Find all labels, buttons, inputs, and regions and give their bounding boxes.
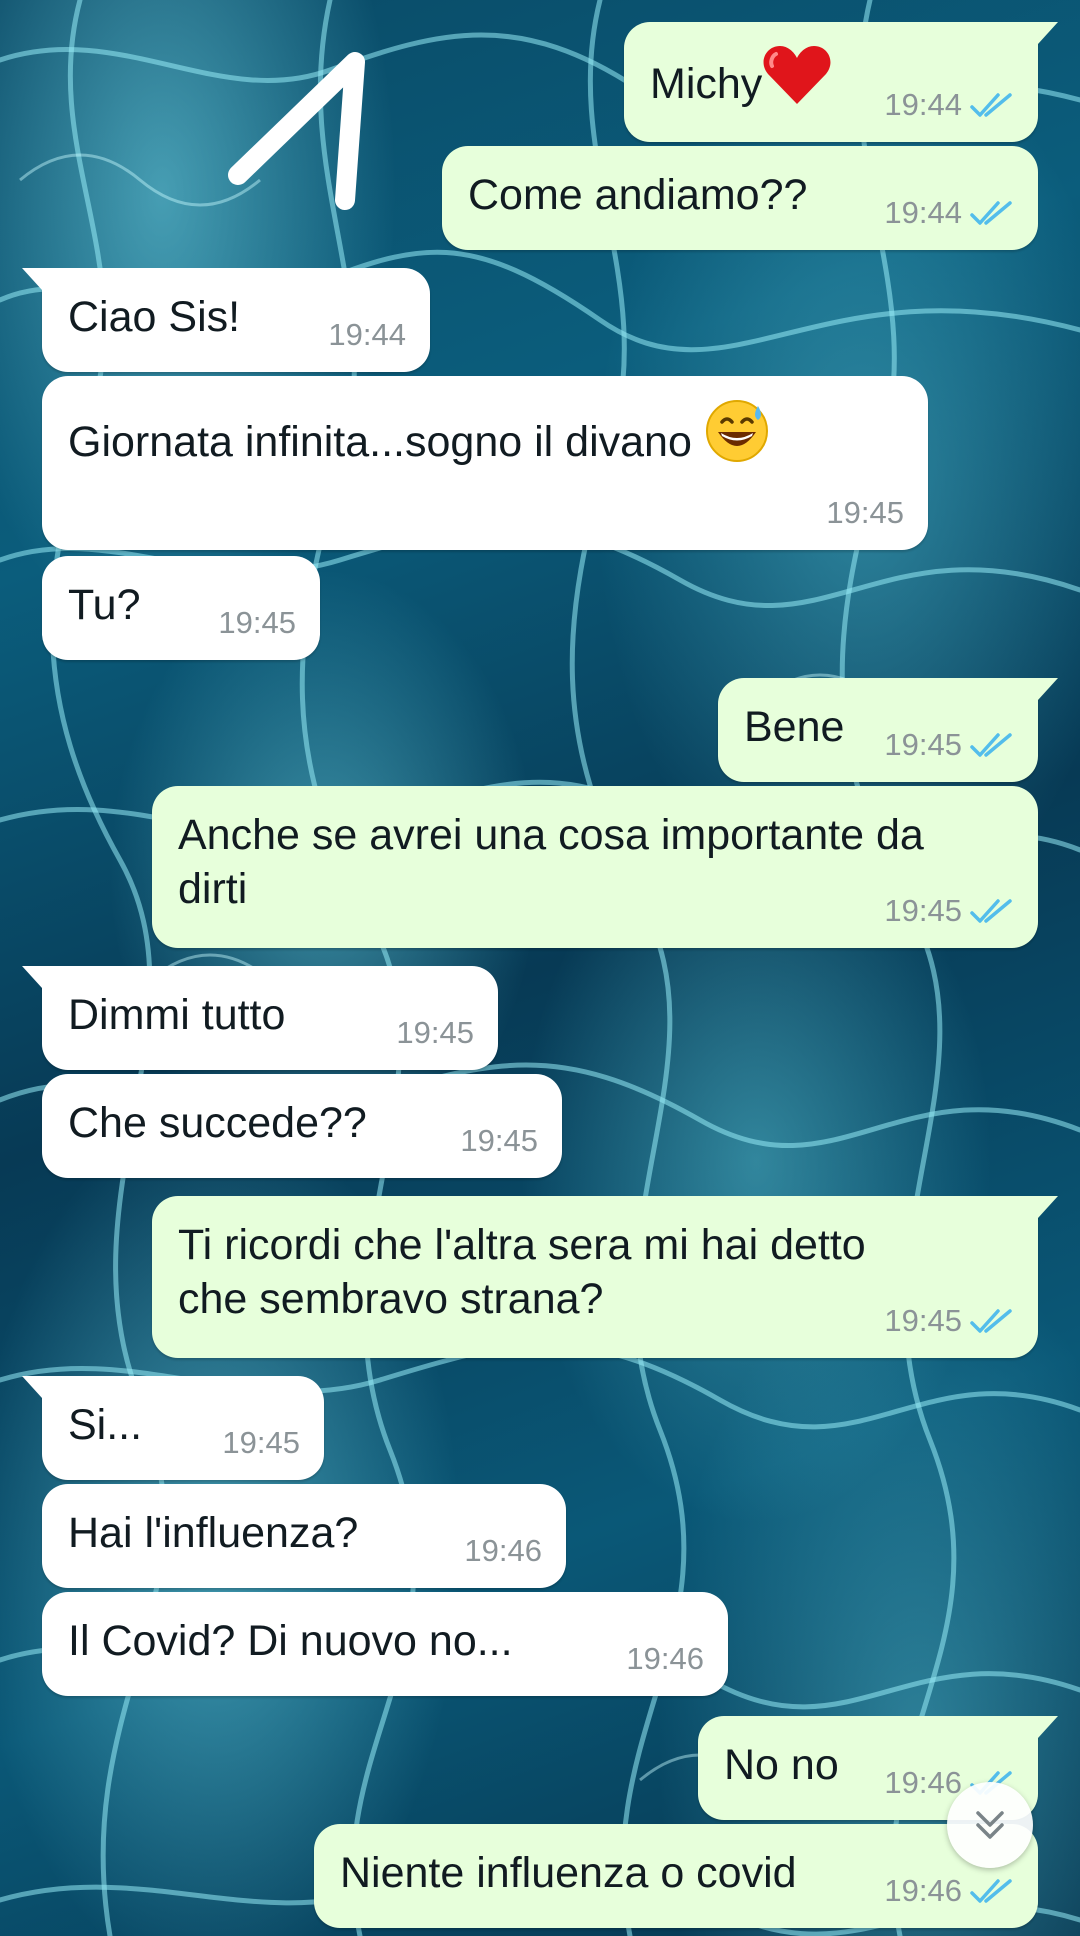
message-bubble[interactable]: Come andiamo?? 19:44 bbox=[442, 146, 1038, 250]
message-text: Tu? bbox=[68, 581, 141, 629]
message-bubble[interactable]: Ti ricordi che l'altra sera mi hai detto… bbox=[152, 1196, 1058, 1358]
message-time: 19:45 bbox=[396, 1015, 474, 1050]
message-time: 19:45 bbox=[884, 893, 962, 928]
double-check-icon bbox=[970, 201, 1012, 225]
message-bubble[interactable]: Hai l'influenza? 19:46 bbox=[42, 1484, 566, 1588]
message-meta: 19:46 bbox=[626, 1632, 704, 1686]
message-time: 19:45 bbox=[884, 1303, 962, 1338]
message-meta: 19:45 bbox=[884, 718, 1014, 772]
message-meta: 19:45 bbox=[884, 884, 1014, 938]
double-check-icon bbox=[970, 1879, 1012, 1903]
double-check-icon bbox=[970, 733, 1012, 757]
message-meta: 19:45 bbox=[396, 1006, 474, 1060]
message-time: 19:46 bbox=[464, 1533, 542, 1568]
message-time: 19:45 bbox=[222, 1425, 300, 1460]
message-text: Bene bbox=[744, 703, 845, 751]
scroll-to-bottom-button[interactable] bbox=[947, 1782, 1033, 1868]
message-text: Come andiamo?? bbox=[468, 171, 808, 219]
message-text: Niente influenza o covid bbox=[340, 1849, 797, 1897]
message-text: No no bbox=[724, 1741, 839, 1789]
message-text: Michy bbox=[650, 60, 763, 108]
message-text: Che succede?? bbox=[68, 1099, 367, 1147]
double-check-icon bbox=[970, 93, 1012, 117]
message-bubble[interactable]: Bene 19:45 bbox=[718, 678, 1058, 782]
message-text: Hai l'influenza? bbox=[68, 1509, 359, 1557]
double-check-icon bbox=[970, 899, 1012, 923]
message-meta: 19:45 bbox=[218, 596, 296, 650]
message-bubble[interactable]: Anche se avrei una cosa importante da di… bbox=[152, 786, 1038, 948]
message-meta: 19:44 bbox=[884, 186, 1014, 240]
message-time: 19:44 bbox=[328, 317, 406, 352]
message-time: 19:45 bbox=[826, 495, 904, 530]
message-text: Giornata infinita...sogno il divano bbox=[68, 418, 692, 466]
message-bubble[interactable]: Dimmi tutto 19:45 bbox=[22, 966, 498, 1070]
message-time: 19:44 bbox=[884, 195, 962, 230]
message-time: 19:44 bbox=[884, 87, 962, 122]
message-bubble[interactable]: Che succede?? 19:45 bbox=[42, 1074, 562, 1178]
message-meta: 19:44 bbox=[884, 78, 1014, 132]
message-time: 19:45 bbox=[884, 727, 962, 762]
message-text: Anche se avrei una cosa importante da di… bbox=[178, 811, 924, 913]
message-bubble[interactable]: Si... 19:45 bbox=[22, 1376, 324, 1480]
message-bubble[interactable]: Ciao Sis! 19:44 bbox=[22, 268, 430, 372]
message-meta: 19:45 bbox=[222, 1416, 300, 1470]
message-time: 19:46 bbox=[626, 1641, 704, 1676]
heart-emoji bbox=[762, 44, 832, 119]
chevron-double-down-icon bbox=[976, 1811, 1004, 1839]
message-time: 19:46 bbox=[884, 1873, 962, 1908]
grinning-sweat-emoji bbox=[704, 398, 770, 477]
message-meta: 19:45 bbox=[460, 1114, 538, 1168]
message-text: Si... bbox=[68, 1401, 143, 1449]
message-meta: 19:46 bbox=[464, 1524, 542, 1578]
message-time: 19:45 bbox=[460, 1123, 538, 1158]
message-meta: 19:45 bbox=[826, 486, 904, 540]
message-bubble[interactable]: Il Covid? Di nuovo no... 19:46 bbox=[42, 1592, 728, 1696]
message-text: Ti ricordi che l'altra sera mi hai detto… bbox=[178, 1221, 866, 1323]
message-time: 19:45 bbox=[218, 605, 296, 640]
message-bubble[interactable]: Michy 19:44 bbox=[624, 22, 1058, 142]
message-bubble[interactable]: Niente influenza o covid 19:46 bbox=[314, 1824, 1038, 1928]
message-text: Dimmi tutto bbox=[68, 991, 286, 1039]
double-check-icon bbox=[970, 1309, 1012, 1333]
message-time: 19:46 bbox=[884, 1765, 962, 1800]
message-bubble[interactable]: Tu? 19:45 bbox=[42, 556, 320, 660]
message-meta: 19:45 bbox=[884, 1294, 1014, 1348]
message-text: Il Covid? Di nuovo no... bbox=[68, 1617, 513, 1665]
message-meta: 19:46 bbox=[884, 1864, 1014, 1918]
message-text: Ciao Sis! bbox=[68, 293, 241, 341]
message-meta: 19:44 bbox=[328, 308, 406, 362]
message-bubble[interactable]: Giornata infinita...sogno il divano 19:4… bbox=[42, 376, 928, 550]
